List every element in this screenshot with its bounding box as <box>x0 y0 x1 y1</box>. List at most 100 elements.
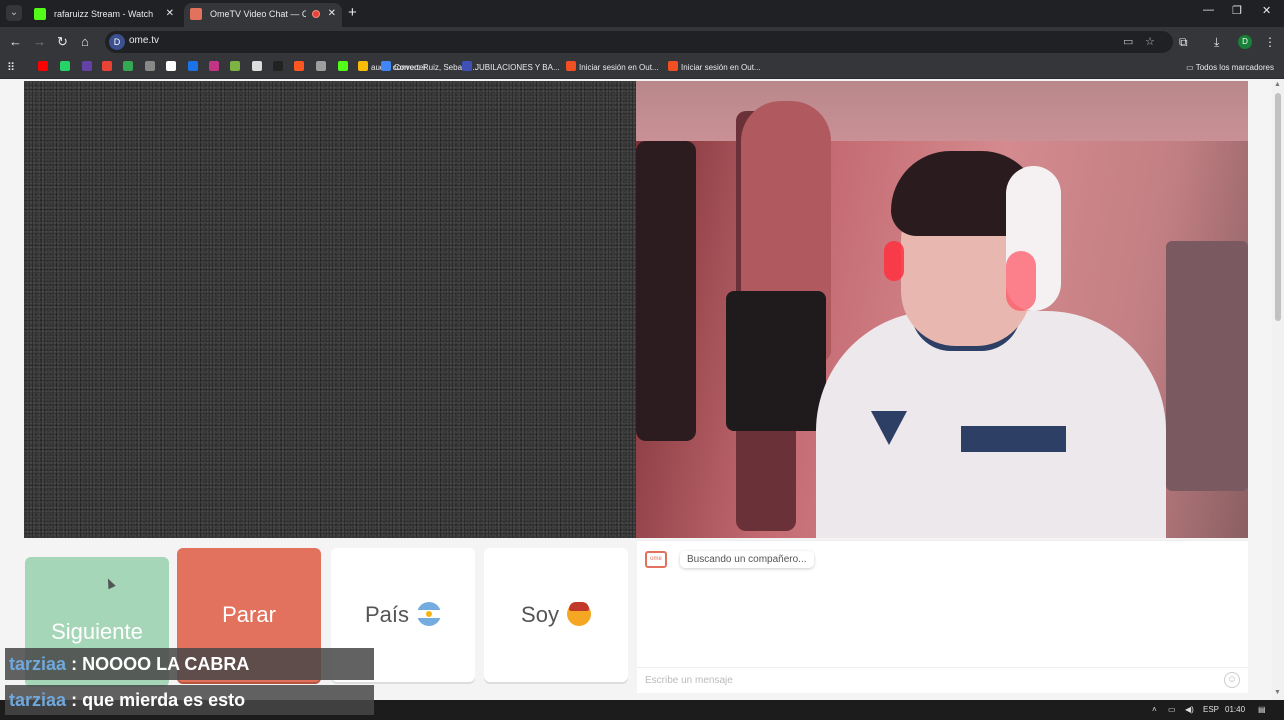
bookmark-item[interactable] <box>294 61 307 75</box>
bookmark-favicon-icon <box>358 61 368 71</box>
ometv-favicon-icon <box>190 8 202 20</box>
bookmark-item[interactable] <box>316 61 329 75</box>
chat-text: que mierda es esto <box>82 690 246 710</box>
bookmark-item[interactable]: Iniciar sesión en Out... <box>566 61 659 75</box>
chat-separator: : <box>71 654 78 674</box>
stream-chat-message: tarziaa : que mierda es esto <box>5 685 374 715</box>
forward-icon[interactable]: → <box>33 34 46 50</box>
bookmark-favicon-icon <box>252 61 262 71</box>
bookmark-favicon-icon <box>60 61 70 71</box>
new-tab-button[interactable]: + <box>348 5 357 21</box>
clock[interactable]: 01:40 <box>1225 703 1245 717</box>
chat-message-input[interactable]: Escribe un mensaje ☺ <box>637 667 1248 693</box>
argentina-flag-icon <box>417 602 442 626</box>
bookmark-item[interactable] <box>60 61 73 75</box>
bookmark-item[interactable] <box>209 61 222 75</box>
bookmarks-bar: ⠿ ▭ Todos los marcadores audio converter… <box>0 57 1284 79</box>
chat-panel: ome Buscando un compañero... Escribe un … <box>637 540 1248 693</box>
notifications-icon[interactable]: ▤ <box>1258 703 1266 717</box>
bookmark-label: JUBILACIONES Y BA... <box>475 63 560 72</box>
reload-icon[interactable]: ↻ <box>57 34 68 50</box>
page-scrollbar[interactable]: ▲ ▼ <box>1272 79 1284 700</box>
bookmark-favicon-icon <box>273 61 283 71</box>
ometv-page: Siguiente Parar País Soy ome Buscando un… <box>0 79 1284 700</box>
network-icon[interactable]: ▭ <box>1168 703 1176 717</box>
home-icon[interactable]: ⌂ <box>81 34 89 50</box>
recording-indicator-icon <box>312 10 320 18</box>
bookmark-item[interactable]: JUBILACIONES Y BA... <box>462 61 560 75</box>
bookmark-favicon-icon <box>668 61 678 71</box>
chat-input-placeholder: Escribe un mensaje <box>645 675 733 686</box>
cast-icon[interactable]: ▭ <box>1123 35 1133 48</box>
country-button-label: País <box>364 602 410 627</box>
bookmark-item[interactable]: Iniciar sesión en Out... <box>668 61 761 75</box>
bookmark-favicon-icon <box>230 61 240 71</box>
tab-ometv[interactable]: OmeTV Video Chat — Ome ✕ <box>184 3 342 27</box>
tab-search-button[interactable]: ⌄ <box>6 5 22 21</box>
minimize-icon[interactable]: — <box>1203 4 1214 16</box>
download-icon[interactable]: ⤓ <box>1214 35 1219 50</box>
restore-icon[interactable]: ❐ <box>1232 4 1242 17</box>
scroll-up-icon[interactable]: ▲ <box>1274 81 1281 88</box>
bookmark-star-icon[interactable]: ☆ <box>1145 35 1155 48</box>
next-button-label: Siguiente <box>51 619 143 644</box>
bookmark-favicon-icon <box>209 61 219 71</box>
self-webcam-video <box>636 81 1248 538</box>
close-tab-icon[interactable]: ✕ <box>328 3 336 25</box>
bookmark-item[interactable] <box>145 61 158 75</box>
ometv-logo-icon: ome <box>645 551 667 568</box>
bookmark-favicon-icon <box>294 61 304 71</box>
boy-emoji-icon <box>566 602 591 626</box>
stream-chat-message: tarziaa : NOOOO LA CABRA <box>5 648 374 680</box>
close-tab-icon[interactable]: ✕ <box>166 3 174 25</box>
apps-grid-icon[interactable]: ⠿ <box>7 61 15 75</box>
bookmark-item[interactable] <box>82 61 95 75</box>
bookmark-favicon-icon <box>566 61 576 71</box>
tab-title: rafaruizz Stream - Watch Live o <box>54 9 154 19</box>
profile-avatar[interactable]: D <box>1238 35 1252 49</box>
chat-separator: : <box>71 690 78 710</box>
address-bar[interactable]: D ome.tv ▭ ☆ <box>105 31 1173 53</box>
bookmark-favicon-icon <box>188 61 198 71</box>
bookmark-item[interactable] <box>188 61 201 75</box>
site-info-icon[interactable]: D <box>109 34 125 50</box>
bookmark-favicon-icon <box>381 61 391 71</box>
kick-favicon-icon <box>34 8 46 20</box>
back-icon[interactable]: ← <box>9 34 22 50</box>
bookmark-item[interactable] <box>123 61 136 75</box>
bookmark-item[interactable] <box>102 61 115 75</box>
bookmark-favicon-icon <box>102 61 112 71</box>
all-bookmarks-label: Todos los marcadores <box>1195 63 1274 72</box>
chat-username: tarziaa <box>9 690 67 710</box>
bookmark-favicon-icon <box>338 61 348 71</box>
bookmark-favicon-icon <box>123 61 133 71</box>
bookmark-item[interactable] <box>38 61 51 75</box>
scroll-down-icon[interactable]: ▼ <box>1274 689 1281 696</box>
bookmark-item[interactable] <box>338 61 351 75</box>
bookmark-item[interactable] <box>252 61 265 75</box>
partner-video-static <box>24 81 636 538</box>
bookmark-favicon-icon <box>38 61 48 71</box>
bookmark-favicon-icon <box>82 61 92 71</box>
extensions-icon[interactable]: ⧉ <box>1179 35 1188 50</box>
language-indicator[interactable]: ESP <box>1203 703 1219 717</box>
menu-icon[interactable]: ⋮ <box>1264 35 1276 49</box>
scrollbar-thumb[interactable] <box>1275 93 1281 321</box>
bookmark-label: Iniciar sesión en Out... <box>579 63 659 72</box>
tab-kick-stream[interactable]: rafaruizz Stream - Watch Live o ✕ <box>28 3 180 27</box>
stop-button-label: Parar <box>222 602 276 627</box>
bookmark-favicon-icon <box>166 61 176 71</box>
emoji-picker-icon[interactable]: ☺ <box>1224 672 1240 688</box>
bookmark-item[interactable] <box>166 61 179 75</box>
tab-title: OmeTV Video Chat — Ome <box>210 9 306 19</box>
volume-icon[interactable]: ◀) <box>1185 703 1194 717</box>
chat-username: tarziaa <box>9 654 67 674</box>
url-text[interactable]: ome.tv <box>129 35 159 46</box>
bookmark-item[interactable] <box>273 61 286 75</box>
gender-selector-button[interactable]: Soy <box>484 548 628 682</box>
gender-button-label: Soy <box>521 602 559 627</box>
tray-chevron-icon[interactable]: ˄ <box>1152 703 1157 717</box>
close-window-icon[interactable]: ✕ <box>1262 4 1271 17</box>
all-bookmarks-folder[interactable]: ▭ Todos los marcadores <box>1186 61 1274 75</box>
bookmark-item[interactable] <box>230 61 243 75</box>
